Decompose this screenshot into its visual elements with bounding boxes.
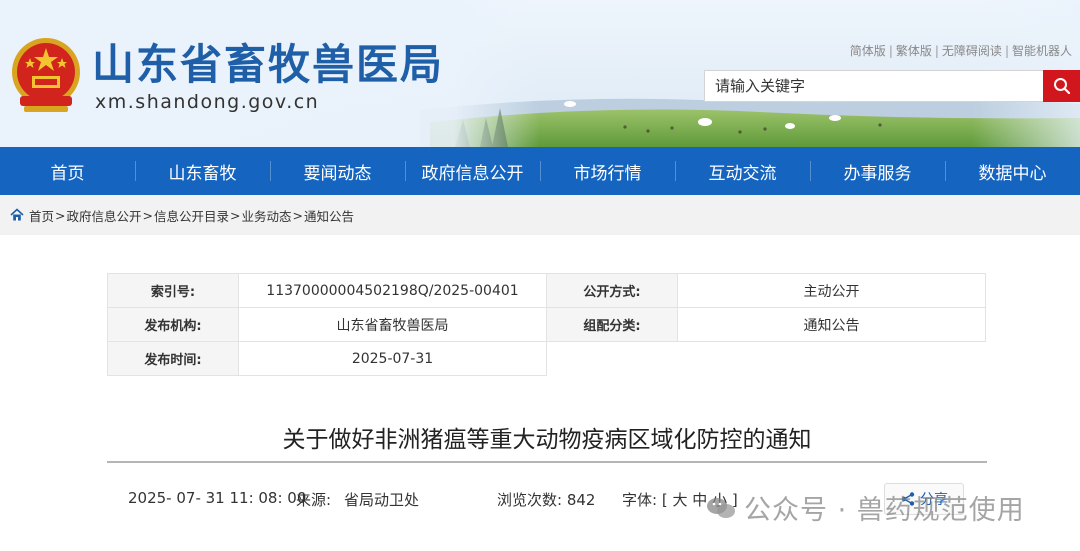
view-count: 浏览次数: 842	[497, 491, 596, 509]
nav-item-gov-info[interactable]: 政府信息公开	[405, 147, 540, 195]
breadcrumb: 首页 > 政府信息公开 > 信息公开目录 > 业务动态 > 通知公告	[0, 195, 1080, 235]
info-table: 索引号: 11370000004502198Q/2025-00401 公开方式:…	[107, 273, 986, 376]
article-datetime: 2025- 07- 31 11: 08: 00	[128, 489, 307, 507]
nav-item-services[interactable]: 办事服务	[810, 147, 945, 195]
nav-item-data-center[interactable]: 数据中心	[945, 147, 1080, 195]
date-label: 发布时间:	[107, 341, 239, 376]
site-header: 山东省畜牧兽医局 xm.shandong.gov.cn 简体版 | 繁体版 | 无障碍阅…	[0, 0, 1080, 147]
index-label: 索引号:	[107, 273, 239, 308]
nav-item-shandong-livestock[interactable]: 山东畜牧	[135, 147, 270, 195]
site-domain: xm.shandong.gov.cn	[95, 91, 320, 113]
link-robot[interactable]: 智能机器人	[1012, 44, 1072, 58]
link-accessibility[interactable]: 无障碍阅读	[942, 44, 1002, 58]
category-value: 通知公告	[677, 307, 986, 342]
article-source: 省局动卫处	[344, 491, 420, 509]
nav-item-news[interactable]: 要闻动态	[270, 147, 405, 195]
site-title: 山东省畜牧兽医局	[92, 40, 445, 89]
table-row: 发布时间: 2025-07-31	[107, 341, 986, 376]
breadcrumb-notices[interactable]: 通知公告	[304, 206, 354, 225]
date-value: 2025-07-31	[238, 341, 547, 376]
breadcrumb-catalog[interactable]: 信息公开目录	[154, 206, 229, 225]
font-size-label: 字体: [	[622, 491, 668, 509]
top-links: 简体版 | 繁体版 | 无障碍阅读 | 智能机器人	[849, 44, 1072, 58]
national-emblem-icon	[12, 38, 80, 112]
nav-item-market[interactable]: 市场行情	[540, 147, 675, 195]
empty-cell	[547, 342, 986, 376]
wechat-icon	[707, 497, 735, 518]
search-box	[704, 70, 1080, 102]
wechat-watermark: 公众号 · 兽药规范使用	[706, 488, 1025, 527]
home-icon	[10, 208, 24, 221]
nav-item-home[interactable]: 首页	[0, 147, 135, 195]
link-simplified[interactable]: 简体版	[850, 44, 886, 58]
link-traditional[interactable]: 繁体版	[896, 44, 932, 58]
issuer-value: 山东省畜牧兽医局	[238, 307, 547, 342]
category-label: 组配分类:	[546, 307, 678, 342]
publish-method-label: 公开方式:	[546, 273, 678, 308]
main-nav: 首页 山东畜牧 要闻动态 政府信息公开 市场行情 互动交流 办事服务 数据中心	[0, 147, 1080, 195]
article-title: 关于做好非洲猪瘟等重大动物疫病区域化防控的通知	[282, 427, 812, 453]
breadcrumb-home[interactable]: 首页	[29, 206, 54, 225]
publish-method-value: 主动公开	[677, 273, 986, 308]
source-label: 来源:	[296, 491, 332, 509]
watermark-text: 公众号 · 兽药规范使用	[744, 495, 1025, 526]
title-divider	[107, 461, 987, 463]
table-row: 发布机构: 山东省畜牧兽医局 组配分类: 通知公告	[107, 307, 986, 342]
index-value: 11370000004502198Q/2025-00401	[238, 273, 547, 308]
search-button[interactable]	[1043, 70, 1080, 102]
breadcrumb-gov-info[interactable]: 政府信息公开	[67, 206, 142, 225]
table-row: 索引号: 11370000004502198Q/2025-00401 公开方式:…	[107, 273, 986, 308]
issuer-label: 发布机构:	[107, 307, 239, 342]
search-input[interactable]	[705, 71, 1045, 101]
search-icon	[1053, 78, 1070, 95]
breadcrumb-business[interactable]: 业务动态	[242, 206, 292, 225]
nav-item-interaction[interactable]: 互动交流	[675, 147, 810, 195]
font-large-button[interactable]: 大	[672, 491, 687, 509]
